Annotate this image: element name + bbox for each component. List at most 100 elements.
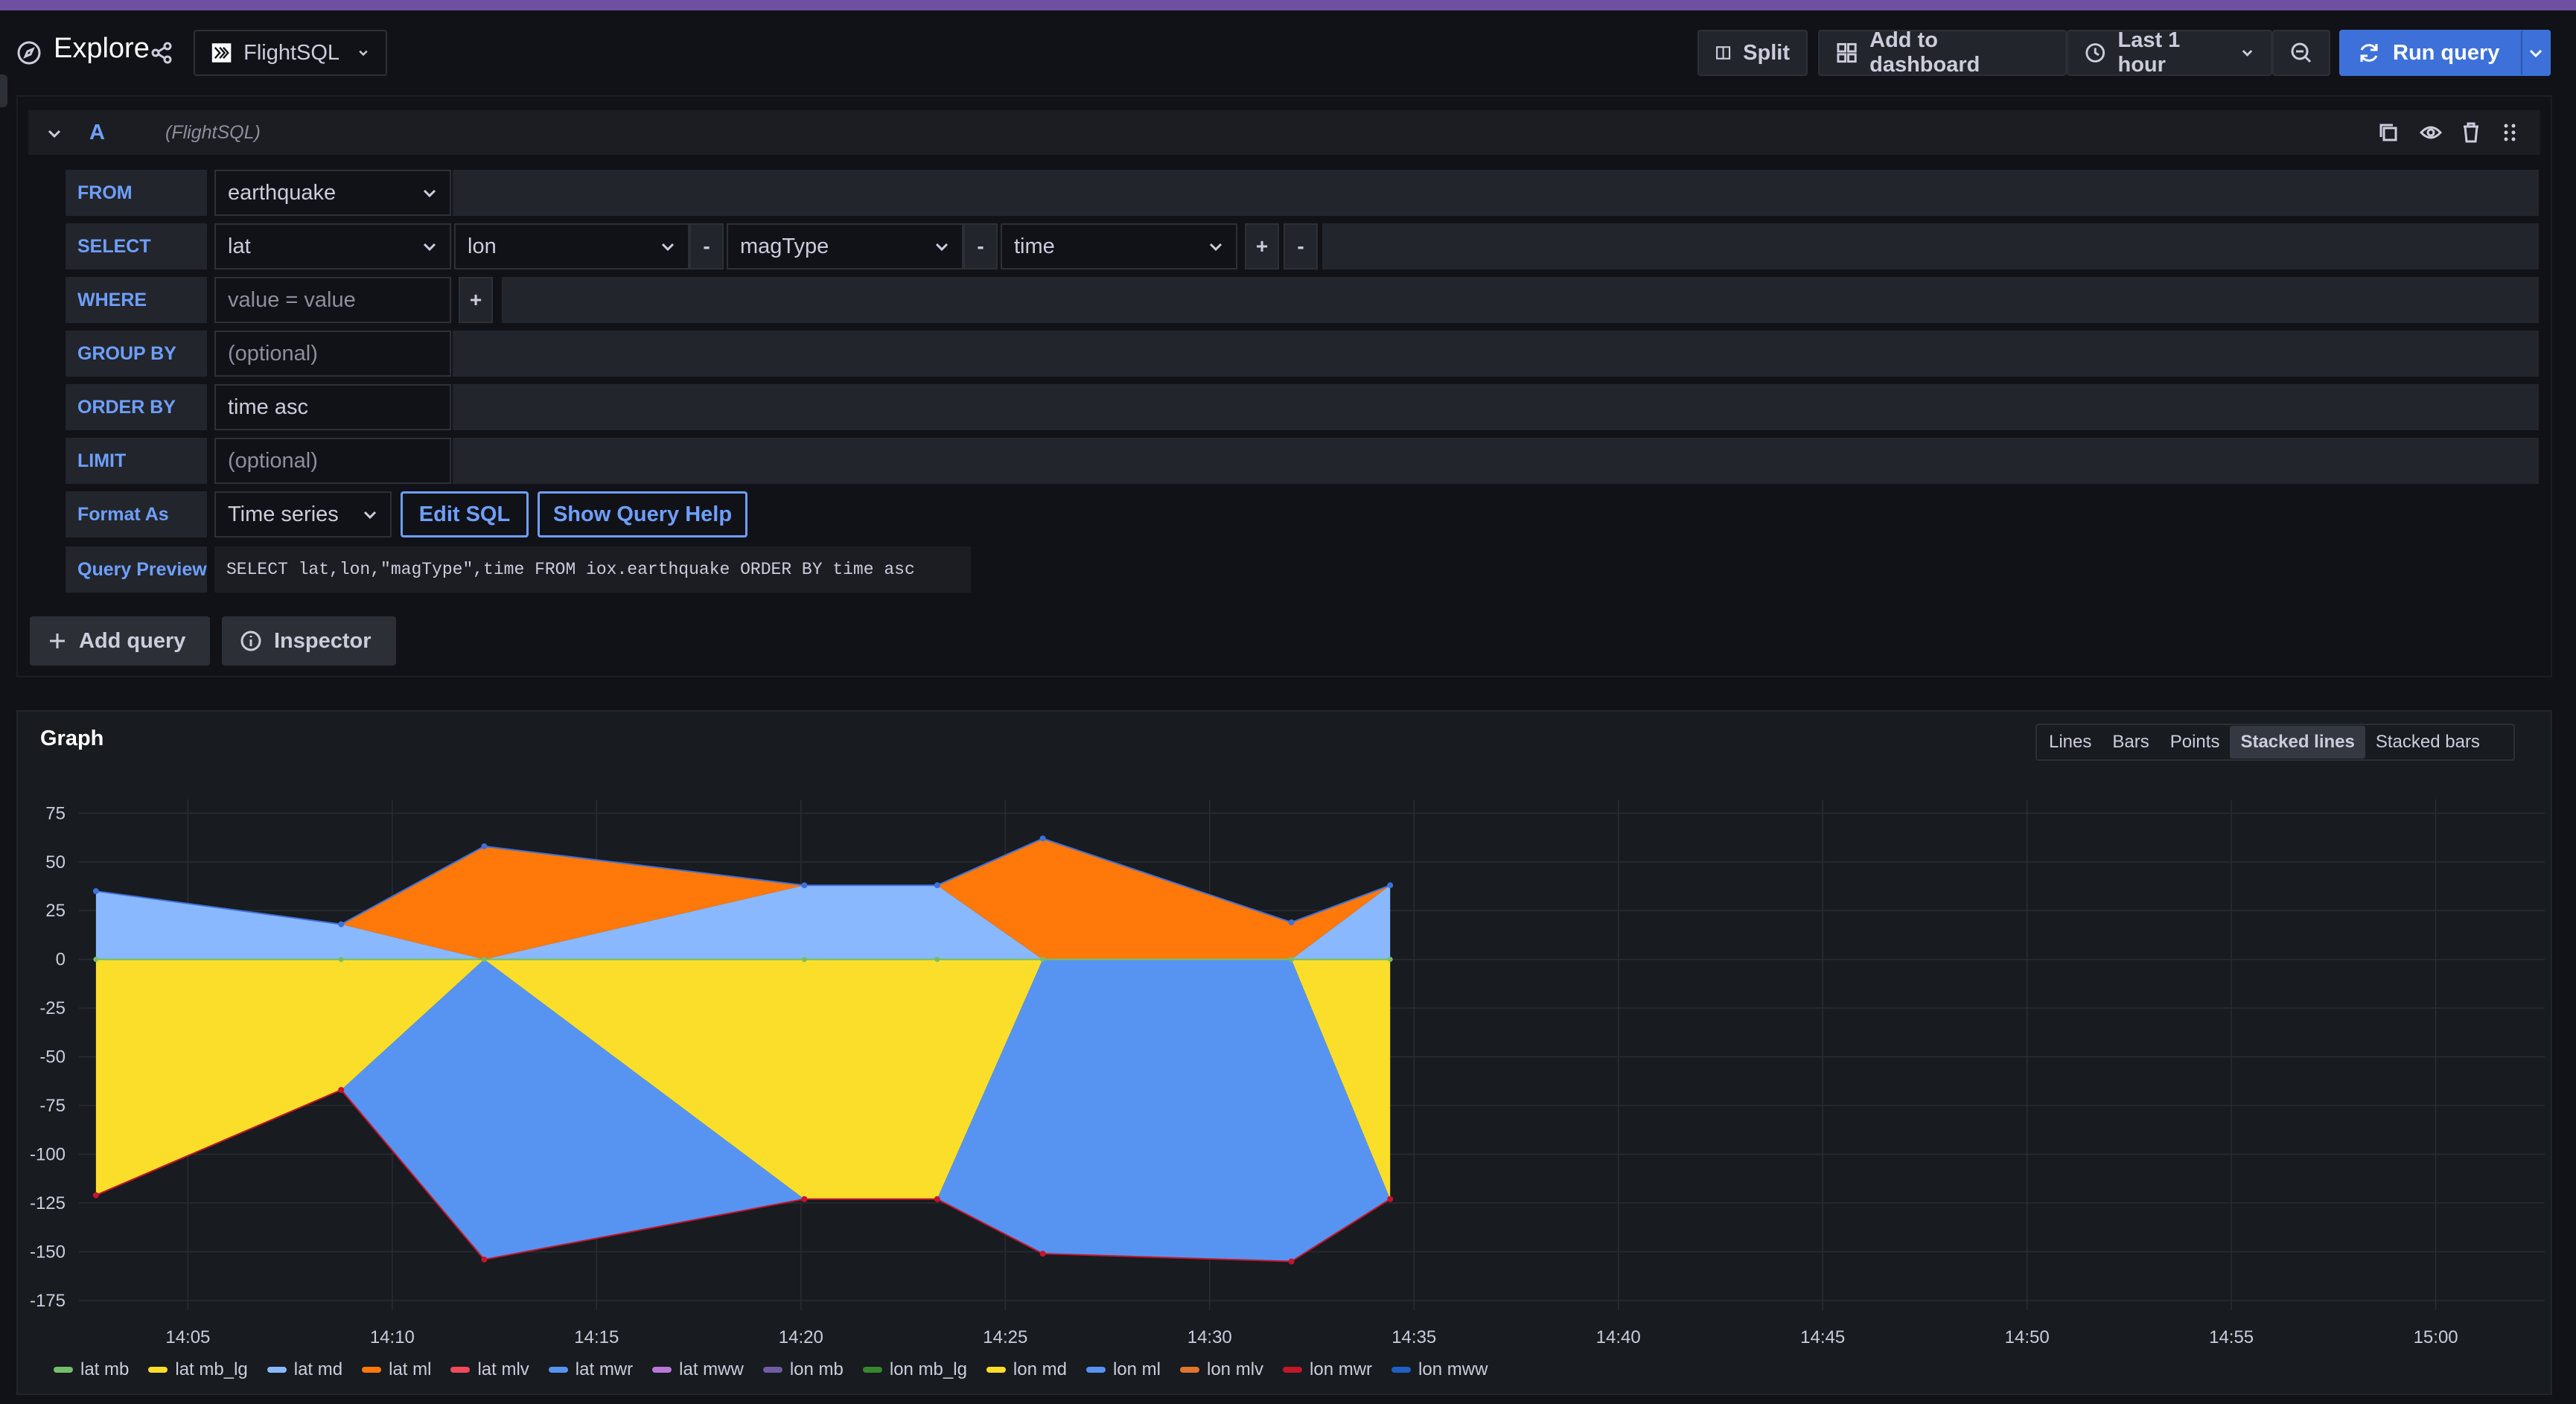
y-tick-label: 0 bbox=[56, 950, 66, 970]
where-input[interactable]: value = value bbox=[214, 277, 451, 323]
data-point bbox=[481, 957, 487, 963]
y-tick-label: -75 bbox=[39, 1096, 66, 1116]
orderby-input[interactable]: time asc bbox=[214, 384, 451, 430]
x-tick-label: 14:10 bbox=[370, 1327, 415, 1347]
add-to-dashboard-label: Add to dashboard bbox=[1869, 28, 1980, 77]
x-tick-label: 14:05 bbox=[165, 1327, 210, 1347]
select-row-filler bbox=[1322, 223, 2539, 269]
legend-swatch bbox=[548, 1367, 568, 1373]
y-tick-label: 25 bbox=[45, 901, 66, 921]
legend-item[interactable]: lat mwr bbox=[548, 1359, 633, 1380]
select-column-magtype[interactable]: magType bbox=[727, 223, 963, 269]
legend-item[interactable]: lat mww bbox=[652, 1359, 744, 1380]
show-query-help-label: Show Query Help bbox=[552, 502, 733, 526]
limit-input[interactable]: (optional) bbox=[214, 438, 451, 484]
legend-item[interactable]: lon ml bbox=[1085, 1359, 1161, 1380]
legend-item[interactable]: lon mwr bbox=[1283, 1359, 1372, 1380]
remove-column-button[interactable]: - bbox=[963, 223, 998, 269]
legend-item[interactable]: lat md bbox=[267, 1359, 342, 1380]
chevron-down-icon bbox=[2529, 49, 2542, 58]
query-datasource-hint: (FlightSQL) bbox=[165, 122, 261, 143]
legend-item[interactable]: lon md bbox=[986, 1359, 1067, 1380]
select-label: SELECT bbox=[66, 223, 207, 269]
refresh-icon bbox=[2360, 44, 2378, 62]
query-preview-sql: SELECT lat,lon,"magType",time FROM iox.e… bbox=[214, 546, 971, 593]
legend-label: lat mlv bbox=[477, 1359, 529, 1379]
where-label: WHERE bbox=[66, 277, 207, 323]
groupby-label: GROUP BY bbox=[66, 331, 207, 377]
collapse-chevron-icon[interactable] bbox=[46, 125, 63, 141]
eye-icon[interactable] bbox=[2420, 122, 2442, 143]
time-range-picker[interactable]: Last 1 hour bbox=[2067, 28, 2272, 77]
select-column-lat[interactable]: lat bbox=[214, 223, 451, 269]
data-point bbox=[1040, 957, 1046, 963]
zoom-out-button[interactable] bbox=[2272, 30, 2330, 76]
add-column-button[interactable]: + bbox=[1245, 223, 1279, 269]
y-tick-label: -50 bbox=[39, 1047, 66, 1068]
remove-column-button[interactable]: - bbox=[689, 223, 724, 269]
y-tick-label: 75 bbox=[45, 803, 66, 823]
chevron-down-icon bbox=[661, 243, 675, 252]
legend-swatch bbox=[986, 1367, 1006, 1373]
top-accent-bar bbox=[0, 0, 2576, 10]
legend-item[interactable]: lon mww bbox=[1391, 1359, 1488, 1380]
select-column-lon[interactable]: lon bbox=[454, 223, 689, 269]
legend-item[interactable]: lat mb_lg bbox=[148, 1359, 248, 1380]
drag-handle-icon[interactable] bbox=[2502, 122, 2518, 143]
query-ref-id[interactable]: A bbox=[89, 121, 105, 145]
viz-tab-bars[interactable]: Bars bbox=[2102, 726, 2159, 759]
stacked-lines-chart[interactable]: 75 50 25 0 -25 -50 -75 -100 -125 -150 -175 14:05 14:… bbox=[16, 789, 2552, 1355]
legend-item[interactable]: lat ml bbox=[362, 1359, 431, 1380]
remove-column-button[interactable]: - bbox=[1284, 223, 1318, 269]
viz-tab-lines[interactable]: Lines bbox=[2038, 726, 2102, 759]
split-icon bbox=[1716, 46, 1731, 60]
x-tick-label: 14:20 bbox=[779, 1327, 823, 1347]
inspector-button[interactable]: Inspector bbox=[222, 616, 396, 666]
trash-icon[interactable] bbox=[2461, 122, 2481, 143]
data-point bbox=[338, 921, 345, 928]
legend-label: lat mb_lg bbox=[175, 1359, 248, 1379]
format-as-select[interactable]: Time series bbox=[214, 491, 392, 537]
select-column-time[interactable]: time bbox=[1001, 223, 1237, 269]
add-where-button[interactable]: + bbox=[459, 277, 493, 323]
share-icon[interactable] bbox=[151, 42, 173, 64]
legend-swatch bbox=[148, 1367, 168, 1373]
legend-item[interactable]: lon mlv bbox=[1180, 1359, 1263, 1380]
run-query-button[interactable]: Run query bbox=[2339, 30, 2551, 76]
edit-sql-label: Edit SQL bbox=[418, 502, 511, 526]
split-button[interactable]: Split bbox=[1697, 30, 1808, 76]
data-point bbox=[481, 1256, 488, 1263]
duplicate-icon[interactable] bbox=[2378, 122, 2399, 143]
data-point bbox=[338, 1087, 345, 1094]
edit-sql-button[interactable]: Edit SQL bbox=[401, 491, 529, 537]
add-to-dashboard-button[interactable]: Add to dashboard bbox=[1818, 28, 2067, 77]
legend-swatch bbox=[862, 1367, 882, 1373]
viz-tab-points[interactable]: Points bbox=[2160, 726, 2231, 759]
legend-label: lon mb_lg bbox=[889, 1359, 967, 1379]
data-point bbox=[92, 888, 99, 895]
x-tick-label: 15:00 bbox=[2414, 1327, 2458, 1347]
viz-tab-stacked-lines[interactable]: Stacked lines bbox=[2230, 726, 2365, 759]
from-table-select[interactable]: earthquake bbox=[214, 170, 451, 216]
show-query-help-button[interactable]: Show Query Help bbox=[538, 491, 747, 537]
y-tick-label: 50 bbox=[45, 852, 66, 872]
groupby-input[interactable]: (optional) bbox=[214, 331, 451, 377]
data-point bbox=[801, 957, 807, 963]
legend-item[interactable]: lon mb bbox=[762, 1359, 844, 1380]
run-query-options-button[interactable] bbox=[2521, 30, 2551, 76]
datasource-picker[interactable]: FlightSQL bbox=[194, 30, 387, 76]
add-query-button[interactable]: Add query bbox=[30, 616, 210, 666]
info-circle-icon bbox=[240, 631, 261, 651]
legend-item[interactable]: lat mlv bbox=[450, 1359, 529, 1380]
legend-swatch bbox=[1085, 1367, 1106, 1373]
legend-label: lon mb bbox=[789, 1359, 844, 1379]
left-edge-handle[interactable] bbox=[0, 74, 7, 107]
chevron-down-icon bbox=[1209, 243, 1222, 252]
data-point bbox=[934, 1196, 940, 1202]
datasource-name: FlightSQL bbox=[243, 40, 340, 65]
legend-item[interactable]: lon mb_lg bbox=[862, 1359, 967, 1380]
data-point bbox=[1387, 957, 1393, 963]
legend-item[interactable]: lat mb bbox=[54, 1359, 129, 1380]
y-tick-label: -25 bbox=[39, 998, 66, 1018]
viz-tab-stacked-bars[interactable]: Stacked bars bbox=[2365, 726, 2490, 759]
